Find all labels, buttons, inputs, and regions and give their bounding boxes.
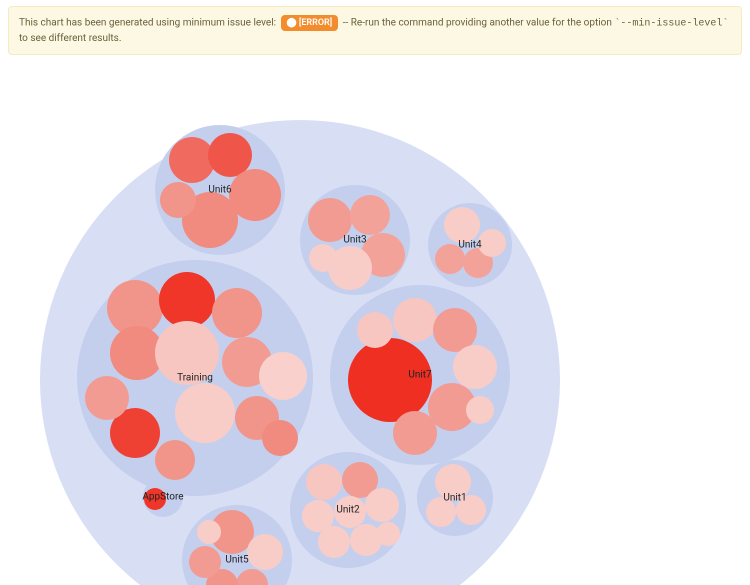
pack-leaf-t5[interactable]: [155, 321, 219, 385]
pack-leaf-u3e[interactable]: [309, 244, 337, 272]
pack-leaf-u5f[interactable]: [197, 520, 221, 544]
pack-leaf-u4b[interactable]: [435, 244, 465, 274]
pack-leaf-u3a[interactable]: [308, 198, 352, 242]
pack-leaf-u7e[interactable]: [357, 312, 393, 348]
banner-text-prefix: This chart has been generated using mini…: [19, 18, 279, 29]
banner-text-suffix: to see different results.: [19, 33, 121, 44]
chart-svg: Unit6Unit3Unit4TrainingUnit7Unit1Unit2Un…: [0, 55, 750, 585]
error-badge-text: [ERROR]: [299, 18, 332, 28]
pack-leaf-u2a[interactable]: [306, 464, 342, 500]
pack-leaf-u1a[interactable]: [435, 464, 471, 500]
pack-leaf-u7d[interactable]: [453, 345, 497, 389]
option-code: `--min-issue-level`: [614, 19, 728, 30]
pack-leaf-u7a[interactable]: [348, 338, 432, 422]
pack-leaf-u7h[interactable]: [466, 396, 494, 424]
info-banner: This chart has been generated using mini…: [8, 6, 742, 55]
pack-leaf-u4d[interactable]: [478, 229, 506, 257]
pack-leaf-t13[interactable]: [85, 376, 129, 420]
pack-leaf-u7g[interactable]: [393, 411, 437, 455]
pack-leaf-u7c[interactable]: [433, 308, 477, 352]
pack-leaf-u2f[interactable]: [318, 526, 350, 558]
pack-leaf-u2d[interactable]: [334, 496, 366, 528]
pack-leaf-t3[interactable]: [159, 272, 215, 328]
banner-text-mid: -- Re-run the command providing another …: [343, 18, 615, 29]
pack-leaf-u4a[interactable]: [444, 207, 480, 243]
pack-leaf-u5e[interactable]: [189, 546, 221, 578]
pack-leaf-t4[interactable]: [212, 288, 262, 338]
pack-leaf-u7b[interactable]: [393, 298, 437, 342]
pack-leaf-as1[interactable]: [144, 488, 166, 510]
pack-leaf-u2h[interactable]: [376, 522, 400, 546]
pack-leaf-u1c[interactable]: [456, 495, 486, 525]
pack-leaf-t8[interactable]: [175, 383, 235, 443]
pack-leaf-u2c[interactable]: [365, 488, 399, 522]
pack-leaf-u1b[interactable]: [426, 497, 456, 527]
pack-leaf-t12[interactable]: [155, 440, 195, 480]
pack-leaf-t7[interactable]: [259, 352, 307, 400]
circle-pack-chart: Unit6Unit3Unit4TrainingUnit7Unit1Unit2Un…: [0, 55, 750, 585]
pack-leaf-t10[interactable]: [262, 420, 298, 456]
pack-leaf-u5b[interactable]: [247, 534, 283, 570]
pack-leaf-u6e[interactable]: [160, 182, 196, 218]
error-badge: ⬤ [ERROR]: [281, 15, 339, 31]
shield-icon: ⬤: [287, 18, 297, 28]
pack-leaf-u6a[interactable]: [169, 137, 215, 183]
pack-leaf-u6b[interactable]: [208, 133, 252, 177]
pack-leaf-u3b[interactable]: [350, 195, 390, 235]
